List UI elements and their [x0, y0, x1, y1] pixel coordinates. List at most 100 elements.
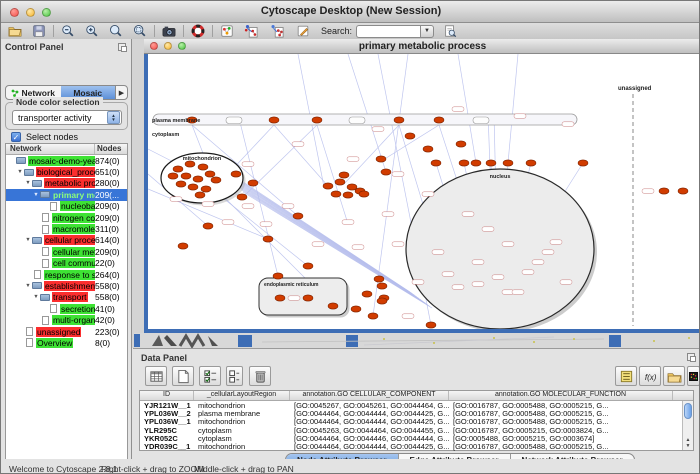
node-label-pill[interactable] [512, 290, 524, 295]
node-label-pill[interactable] [432, 250, 444, 255]
tree-row[interactable]: response to stimul264(0) [6, 269, 127, 280]
node-label-pill[interactable] [542, 250, 554, 255]
network-node[interactable] [362, 291, 372, 297]
network-node[interactable] [471, 160, 481, 166]
tree-row[interactable]: secretion41(0) [6, 303, 127, 314]
membrane-node-pill[interactable] [473, 117, 489, 124]
network-node[interactable] [426, 322, 436, 328]
network-node[interactable] [181, 173, 191, 179]
tree-row[interactable]: multi-organism pro42(0) [6, 314, 127, 325]
network-node[interactable] [176, 181, 186, 187]
network-icon[interactable] [217, 24, 237, 39]
column-header[interactable]: _cellularLayoutRegion [194, 391, 290, 400]
network-node[interactable] [503, 160, 513, 166]
node-label-pill[interactable] [382, 212, 394, 217]
network-node[interactable] [459, 160, 469, 166]
tree-row[interactable]: cell communicat22(0) [6, 258, 127, 269]
network-node[interactable] [195, 192, 205, 198]
network-node[interactable] [173, 166, 183, 172]
tree-row[interactable]: mosaic-demo-yeast874(0) [6, 155, 127, 166]
node-label-pill[interactable] [412, 280, 424, 285]
network-node[interactable] [331, 191, 341, 197]
network-node[interactable] [368, 313, 378, 319]
import-network-icon[interactable] [241, 24, 261, 39]
network-node[interactable] [188, 184, 198, 190]
unselect-all-attributes-icon[interactable] [226, 366, 243, 386]
select-nodes-checkbox[interactable]: ✓ [11, 132, 21, 142]
network-node[interactable] [248, 180, 258, 186]
snapshot-camera-icon[interactable] [159, 24, 179, 39]
nucleus-region[interactable] [406, 169, 594, 329]
network-node[interactable] [205, 171, 215, 177]
column-header[interactable]: ID [140, 391, 194, 400]
network-node[interactable] [374, 276, 384, 282]
node-label-pill[interactable] [502, 242, 514, 247]
network-node[interactable] [423, 146, 433, 152]
tree-row[interactable]: ▼establishment of lo558(0) [6, 280, 127, 291]
node-label-pill[interactable] [402, 314, 414, 319]
node-label-pill[interactable] [170, 197, 182, 202]
membrane-node-pill[interactable] [349, 117, 365, 124]
network-node[interactable] [359, 191, 369, 197]
node-label-pill[interactable] [202, 202, 214, 207]
tree-header-nodes[interactable]: Nodes [95, 144, 127, 154]
network-node[interactable] [678, 188, 688, 194]
attribute-list-icon[interactable] [615, 366, 637, 386]
network-node[interactable] [431, 160, 441, 166]
tree-row[interactable]: nucleobase-209(0) [6, 201, 127, 212]
search-input[interactable] [356, 25, 420, 38]
float-data-panel-icon[interactable] [687, 353, 695, 361]
network-node[interactable] [405, 133, 415, 139]
node-label-pill[interactable] [260, 222, 272, 227]
node-label-pill[interactable] [282, 204, 294, 209]
network-node[interactable] [303, 263, 313, 269]
network-node[interactable] [231, 171, 241, 177]
node-label-pill[interactable] [522, 270, 534, 275]
node-label-pill[interactable] [242, 204, 254, 209]
network-node[interactable] [198, 164, 208, 170]
tree-row[interactable]: unassigned223(0) [6, 326, 127, 337]
network-node[interactable] [211, 177, 221, 183]
node-label-pill[interactable] [562, 122, 574, 127]
tab-overflow-arrow[interactable]: ▶ [115, 86, 127, 99]
network-node[interactable] [275, 295, 285, 301]
network-node[interactable] [456, 141, 466, 147]
import-attributes-icon[interactable] [663, 366, 685, 386]
node-label-pill[interactable] [242, 162, 254, 167]
node-label-pill[interactable] [642, 189, 654, 194]
tree-row[interactable]: macromolecule311(0) [6, 223, 127, 234]
network-node[interactable] [486, 160, 496, 166]
table-scrollbar[interactable]: ▲▼ [682, 401, 693, 450]
help-lifesaver-icon[interactable] [188, 24, 208, 39]
network-node[interactable] [193, 176, 203, 182]
open-session-icon[interactable] [5, 24, 25, 39]
node-label-pill[interactable] [492, 275, 504, 280]
tree-row[interactable]: ▼cellular process614(0) [6, 235, 127, 246]
network-node[interactable] [335, 179, 345, 185]
annotation-icon[interactable] [293, 24, 313, 39]
scrollbar-thumb[interactable] [684, 403, 692, 419]
node-label-pill[interactable] [452, 285, 464, 290]
node-label-pill[interactable] [292, 142, 304, 147]
tree-row[interactable]: nitrogen compo209(0) [6, 212, 127, 223]
network-node[interactable] [526, 160, 536, 166]
network-node[interactable] [201, 186, 211, 192]
node-label-pill[interactable] [342, 220, 354, 225]
network-node[interactable] [269, 117, 279, 123]
network-node[interactable] [312, 117, 322, 123]
column-header[interactable]: annotation.GO CELLULAR_COMPONENT [290, 391, 449, 400]
network-node[interactable] [168, 173, 178, 179]
tree-row[interactable]: ▼biological_process651(0) [6, 166, 127, 177]
network-node[interactable] [659, 188, 669, 194]
delete-attribute-icon[interactable] [249, 366, 271, 386]
network-node[interactable] [343, 192, 353, 198]
network-node[interactable] [293, 213, 303, 219]
tree-row[interactable]: ▼metabolic process280(0) [6, 178, 127, 189]
attribute-matrix-icon[interactable] [687, 366, 700, 386]
node-label-pill[interactable] [422, 192, 434, 197]
tree-row[interactable]: ▼primary metabo209(... [6, 189, 127, 200]
network-node[interactable] [351, 306, 361, 312]
tree-header-network[interactable]: Network [6, 144, 95, 154]
network-node[interactable] [578, 160, 588, 166]
node-label-pill[interactable] [472, 260, 484, 265]
